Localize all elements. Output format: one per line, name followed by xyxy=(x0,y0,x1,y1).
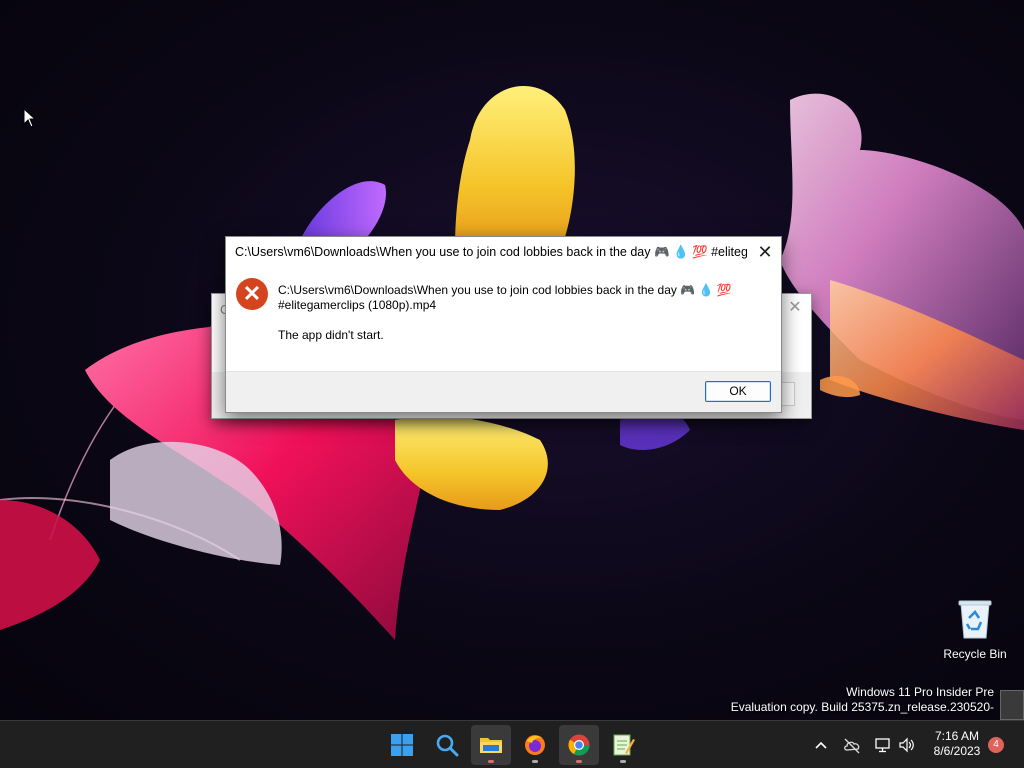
firefox-button[interactable] xyxy=(515,725,555,765)
chrome-icon xyxy=(568,734,590,756)
folder-icon xyxy=(480,738,502,753)
dialog-status-text: The app didn't start. xyxy=(278,328,384,342)
evaluation-watermark: Windows 11 Pro Insider Pre Evaluation co… xyxy=(731,685,994,715)
dialog-titlebar[interactable]: C:\Users\vm6\Downloads\When you use to j… xyxy=(226,237,781,269)
dialog-message: C:\Users\vm6\Downloads\When you use to j… xyxy=(278,283,758,313)
onedrive-offline-icon[interactable] xyxy=(842,735,862,755)
recycle-bin-label: Recycle Bin xyxy=(943,647,1007,661)
network-icon[interactable] xyxy=(873,735,893,755)
dialog-message-filename: #elitegamerclips (1080p).mp4 xyxy=(278,298,437,312)
dialog-title: C:\Users\vm6\Downloads\When you use to j… xyxy=(235,245,747,259)
system-clock[interactable]: 7:16 AM 8/6/2023 xyxy=(928,729,986,759)
mouse-cursor-icon xyxy=(23,107,37,133)
notification-badge[interactable]: 4 xyxy=(988,737,1004,753)
ok-button[interactable]: OK xyxy=(705,381,771,402)
dialog-message-path: C:\Users\vm6\Downloads\When you use to j… xyxy=(278,283,732,297)
watermark-line-1: Windows 11 Pro Insider Pre xyxy=(846,685,994,699)
partial-window-edge xyxy=(1000,690,1024,720)
running-indicator xyxy=(576,760,582,763)
start-button[interactable] xyxy=(382,725,422,765)
dialog-footer: OK xyxy=(226,371,781,412)
error-icon: ✕ xyxy=(236,278,268,310)
recycle-bin-icon xyxy=(957,598,993,639)
dialog-close-button[interactable]: ✕ xyxy=(753,241,777,263)
clock-date: 8/6/2023 xyxy=(933,744,981,758)
notepad-plus-button[interactable] xyxy=(603,725,643,765)
search-button[interactable] xyxy=(427,725,467,765)
notepad-icon xyxy=(613,734,635,756)
clock-time: 7:16 AM xyxy=(934,729,980,743)
recycle-bin-shortcut[interactable]: Recycle Bin xyxy=(938,594,1012,664)
error-dialog: C:\Users\vm6\Downloads\When you use to j… xyxy=(225,236,782,413)
firefox-icon xyxy=(525,735,545,755)
taskbar: 7:16 AM 8/6/2023 4 xyxy=(0,720,1024,768)
windows-logo-icon xyxy=(391,734,413,756)
background-dialog-close-icon[interactable]: ✕ xyxy=(787,300,803,316)
running-indicator xyxy=(532,760,538,763)
volume-icon[interactable] xyxy=(897,735,917,755)
chrome-button[interactable] xyxy=(559,725,599,765)
file-explorer-button[interactable] xyxy=(471,725,511,765)
search-icon xyxy=(436,734,459,757)
running-indicator xyxy=(620,760,626,763)
running-indicator xyxy=(488,760,494,763)
show-hidden-icons-chevron-up-icon[interactable] xyxy=(811,735,831,755)
watermark-line-2: Evaluation copy. Build 25375.zn_release.… xyxy=(730,700,994,714)
